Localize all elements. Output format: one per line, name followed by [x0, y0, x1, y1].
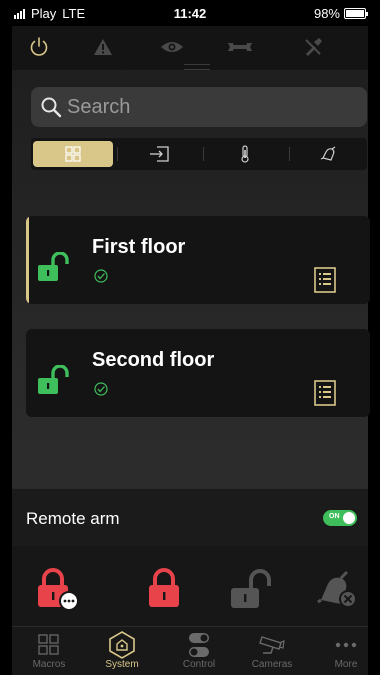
disarm-button[interactable] [227, 566, 273, 612]
macros-icon [38, 634, 59, 655]
thermometer-icon [241, 145, 249, 163]
unlocked-padlock-icon [38, 365, 69, 394]
filter-temperature[interactable] [205, 141, 285, 167]
status-bar: Play LTE 11:42 98% [0, 0, 380, 26]
arm-options-button[interactable] [34, 566, 80, 612]
event-log-icon[interactable] [314, 267, 336, 293]
arm-button[interactable] [143, 566, 189, 612]
check-ok-icon [94, 382, 108, 396]
search-icon [41, 97, 62, 118]
top-tab-bar [12, 26, 368, 70]
drag-handle[interactable] [184, 64, 210, 70]
partition-card-first-floor[interactable]: First floor [26, 216, 370, 304]
nav-label: Control [182, 659, 216, 670]
service-tab[interactable] [225, 34, 255, 60]
power-icon [30, 37, 48, 56]
nav-cameras[interactable]: Cameras [242, 631, 302, 675]
filter-separator [117, 147, 118, 161]
filter-separator [203, 147, 204, 161]
eye-icon [161, 42, 183, 52]
remote-arm-label: Remote arm [26, 509, 120, 528]
bell-icon [320, 146, 336, 161]
toggle-knob [343, 512, 355, 524]
filter-alarms[interactable] [289, 141, 369, 167]
power-tab[interactable] [24, 34, 54, 60]
battery-icon [344, 8, 368, 19]
nav-macros[interactable]: Macros [19, 631, 79, 675]
nav-label: Macros [32, 659, 66, 670]
unlocked-padlock-icon [38, 252, 69, 281]
settings-tab[interactable] [298, 34, 328, 60]
partition-name: Second floor [92, 349, 215, 371]
partition-name: First floor [92, 236, 186, 258]
alarms-tab[interactable] [88, 34, 118, 60]
toggle-state-label: ON [329, 513, 340, 520]
nav-label: Cameras [251, 659, 293, 670]
action-bar [12, 546, 368, 626]
check-ok-icon [94, 269, 108, 283]
filter-outputs[interactable] [119, 141, 199, 167]
system-icon [109, 631, 135, 659]
nav-label: System [105, 659, 139, 670]
tools-icon [305, 38, 322, 56]
arm-icon [149, 568, 179, 607]
nav-label: More [334, 659, 358, 670]
filter-partitions[interactable] [33, 141, 113, 167]
nav-control[interactable]: Control [169, 631, 229, 675]
arm-menu-icon [38, 568, 79, 611]
more-icon [335, 642, 357, 648]
camera-icon [259, 636, 285, 654]
nav-system[interactable]: System [92, 631, 152, 675]
search-box [31, 87, 367, 127]
wrench-icon [228, 43, 252, 51]
event-log-icon[interactable] [314, 380, 336, 406]
partition-card-second-floor[interactable]: Second floor [26, 329, 370, 417]
bottom-nav: Macros System Control Cameras More [12, 626, 368, 675]
clear-alarm-button[interactable] [315, 566, 361, 612]
view-tab[interactable] [157, 34, 187, 60]
battery-percent: 98% [313, 6, 340, 21]
nav-more[interactable]: More [316, 631, 376, 675]
disarm-icon [231, 569, 271, 608]
main-content: First floor Second floor [12, 26, 370, 626]
control-icon [189, 633, 209, 657]
clear-alarm-icon [317, 570, 357, 608]
remote-arm-toggle[interactable]: ON [323, 510, 357, 526]
search-input[interactable] [67, 87, 357, 127]
outputs-icon [150, 146, 169, 162]
partitions-icon [65, 146, 81, 162]
status-right: 98% [313, 6, 368, 21]
warning-icon [94, 39, 112, 55]
filter-bar [31, 138, 367, 170]
remote-arm-row: Remote arm ON [12, 488, 368, 546]
